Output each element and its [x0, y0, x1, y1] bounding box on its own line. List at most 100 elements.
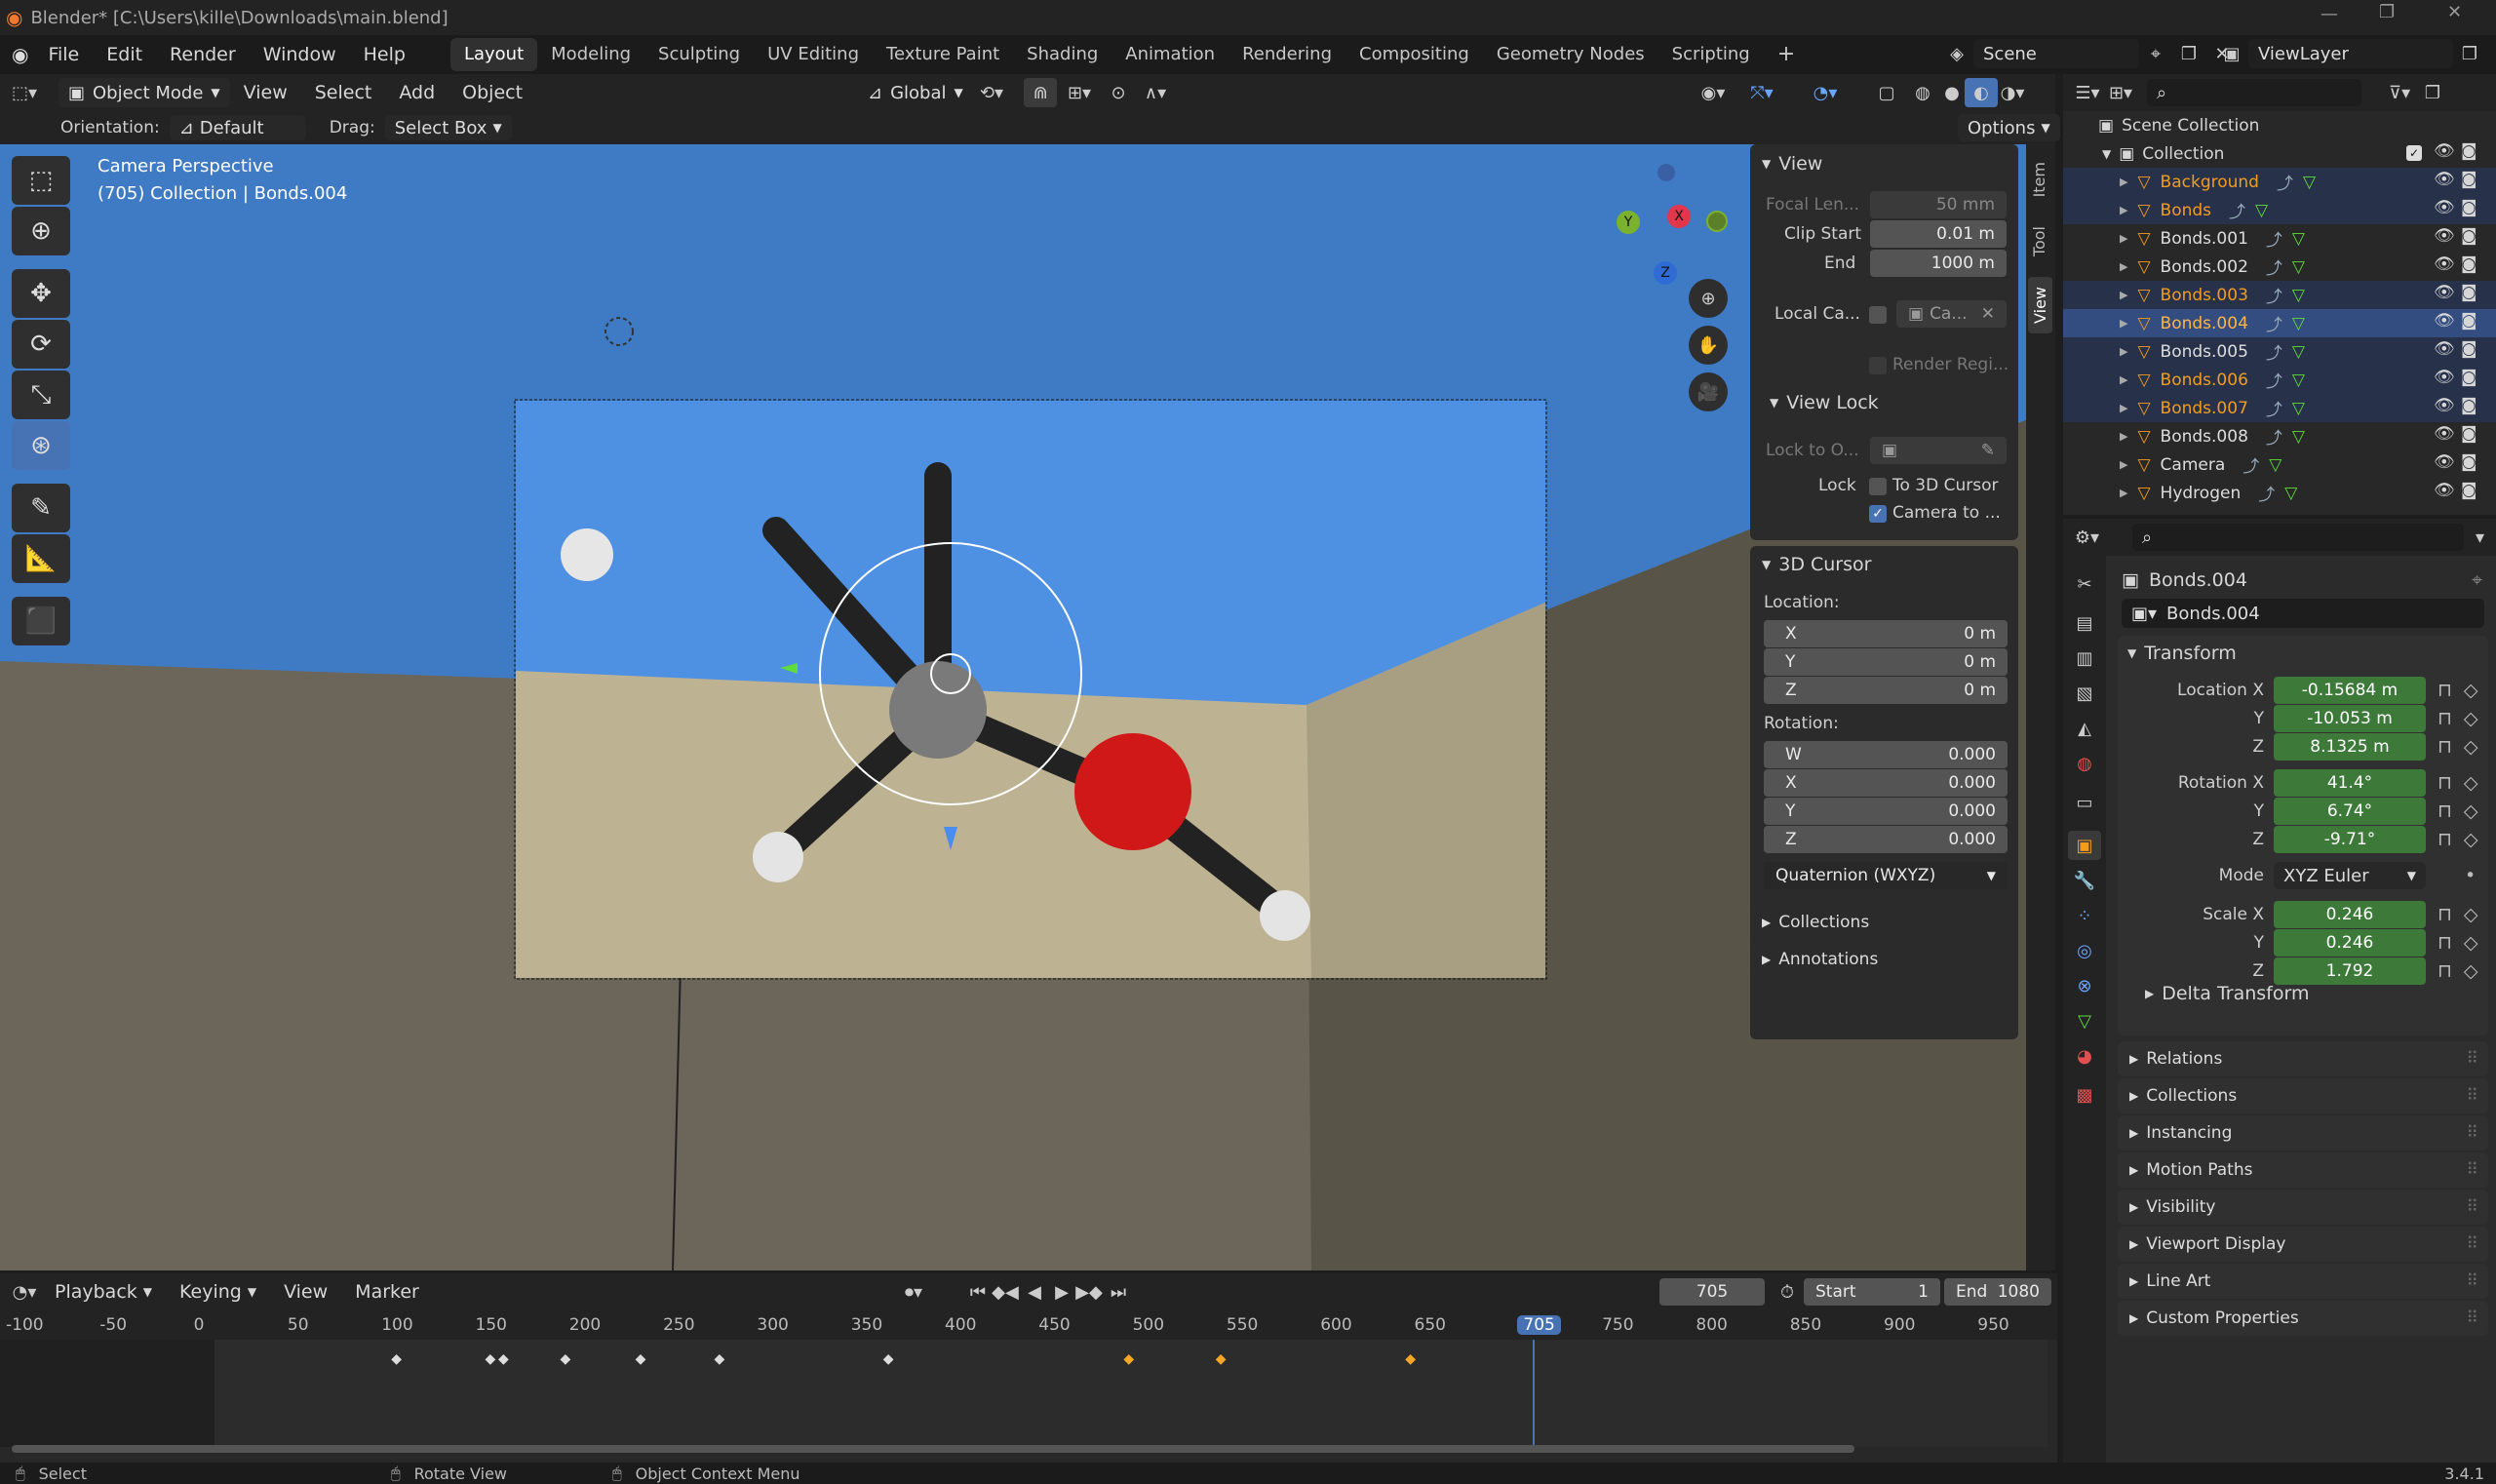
new-view-layer-icon[interactable]: ❐ — [2453, 39, 2486, 68]
modifier-tab-icon[interactable]: 🔧 — [2068, 866, 2101, 895]
render-camera-icon[interactable]: ◙ — [2461, 339, 2477, 359]
drag-handle-icon[interactable]: ⠿ — [2467, 1197, 2478, 1217]
overlay-icon[interactable]: ◔▾ — [1809, 78, 1842, 107]
camera-to-view-checkbox[interactable]: ✓ — [1869, 505, 1887, 523]
render-camera-icon[interactable]: ◙ — [2461, 368, 2477, 387]
menu-edit[interactable]: Edit — [93, 35, 156, 74]
drag-handle-icon[interactable]: ⠿ — [2467, 1308, 2478, 1328]
tab-geometry-nodes[interactable]: Geometry Nodes — [1483, 38, 1658, 71]
blender-menu-icon[interactable]: ◉ — [12, 43, 28, 66]
new-scene-icon[interactable]: ❐ — [2172, 39, 2205, 68]
gizmo-neg-y[interactable] — [1706, 211, 1728, 232]
cursor-rotation-mode-dropdown[interactable]: Quaternion (WXYZ) ▼ — [1764, 862, 2008, 889]
outliner-item[interactable]: ▶ ▽ Bonds ⤴ ▽ 👁 ◙ — [2063, 196, 2496, 224]
animate-property-icon[interactable]: • — [2465, 865, 2476, 886]
transform-value-field[interactable]: -9.71° — [2274, 826, 2426, 853]
new-collection-icon[interactable]: ❐ — [2416, 78, 2449, 107]
snap-target-icon[interactable]: ⊞▾ — [1063, 78, 1096, 107]
eye-icon[interactable]: 👁 — [2434, 339, 2455, 359]
keyframe-icon[interactable]: ◆ — [498, 1351, 509, 1367]
viewport-menu-select[interactable]: Select — [301, 73, 386, 112]
keyframe-icon[interactable]: ◆ — [714, 1351, 724, 1367]
outliner-item[interactable]: ▶ ▽ Hydrogen ⤴ ▽ 👁 ◙ — [2063, 479, 2496, 507]
playhead-line[interactable] — [1533, 1340, 1536, 1447]
lock-icon[interactable]: ⊓ — [2438, 904, 2452, 925]
pivot-icon[interactable]: ⟲▾ — [975, 78, 1008, 107]
render-camera-icon[interactable]: ◙ — [2461, 283, 2477, 302]
measure-tool-icon[interactable]: 📐 — [12, 534, 70, 583]
outliner-item[interactable]: ▶ ▽ Bonds.004 ⤴ ▽ 👁 ◙ — [2063, 309, 2496, 337]
proportional-edit-icon[interactable]: ⊙ — [1102, 78, 1135, 107]
material-shading-icon[interactable]: ◐ — [1965, 78, 1998, 107]
chevron-down-icon[interactable]: ▾ — [2464, 523, 2496, 552]
render-tab-icon[interactable]: ▤ — [2068, 608, 2101, 638]
options-dropdown[interactable]: Options ▼ — [1958, 114, 2060, 141]
eye-icon[interactable]: 👁 — [2434, 254, 2455, 274]
eye-icon[interactable]: 👁 — [2434, 368, 2455, 387]
start-frame-field[interactable]: Start 1 — [1804, 1278, 1940, 1306]
tab-tool[interactable]: Tool — [2030, 218, 2048, 264]
menu-timeline-view[interactable]: View — [270, 1272, 341, 1311]
scene-tab-icon[interactable]: ◭ — [2068, 714, 2101, 743]
scene-collection-row[interactable]: ▣ Scene Collection — [2063, 111, 2496, 139]
render-region-checkbox[interactable] — [1869, 357, 1887, 374]
clear-icon[interactable]: ✕ — [1981, 304, 1995, 324]
3d-cursor-header[interactable]: ▼ 3D Cursor — [1750, 546, 2018, 583]
lock-icon[interactable]: ⊓ — [2438, 708, 2452, 729]
jump-end-icon[interactable]: ⏭ — [1102, 1277, 1135, 1307]
add-cube-tool-icon[interactable]: ⬛ — [12, 597, 70, 645]
lock-icon[interactable]: ⊓ — [2438, 736, 2452, 758]
keyframe-icon[interactable]: ◇ — [2464, 801, 2478, 822]
tab-compositing[interactable]: Compositing — [1346, 38, 1483, 71]
select-box-tool-icon[interactable]: ⬚ — [12, 156, 70, 205]
pan-hand-icon[interactable]: ✋ — [1689, 326, 1728, 365]
chevron-right-icon[interactable]: ▶ — [2120, 204, 2127, 216]
view-section-header[interactable]: ▼ View — [1750, 144, 2018, 183]
outliner-item[interactable]: ▶ ▽ Bonds.006 ⤴ ▽ 👁 ◙ — [2063, 366, 2496, 394]
editor-type-icon[interactable]: ⬚▾ — [8, 78, 41, 107]
wireframe-shading-icon[interactable]: ◍ — [1906, 78, 1939, 107]
chevron-right-icon[interactable]: ▶ — [2120, 402, 2127, 414]
view-layer-selector[interactable]: ▣ ViewLayer ❐ ✕ — [2215, 39, 2496, 68]
drag-handle-icon[interactable]: ⠿ — [2467, 1160, 2478, 1180]
zoom-icon[interactable]: ⊕ — [1689, 279, 1728, 318]
pin-icon[interactable]: ⌖ — [2472, 569, 2482, 591]
add-workspace-icon[interactable]: + — [1764, 38, 1809, 71]
object-datablock-field[interactable]: ▣▾ Bonds.004 — [2122, 599, 2484, 628]
physics-tab-icon[interactable]: ◎ — [2068, 936, 2101, 965]
rotation-mode-dropdown[interactable]: XYZ Euler ▼ — [2274, 862, 2426, 889]
lock-3d-cursor-checkbox[interactable] — [1869, 478, 1887, 495]
keyframe-icon[interactable]: ◇ — [2464, 829, 2478, 850]
chevron-right-icon[interactable]: ▶ — [2120, 232, 2127, 245]
annotations-section-header[interactable]: ▶ Annotations — [1750, 942, 2018, 977]
tab-layout[interactable]: Layout — [449, 38, 538, 71]
gizmo-neg-z[interactable] — [1658, 164, 1675, 181]
keyframe-icon[interactable]: ◇ — [2464, 772, 2478, 794]
tab-sculpting[interactable]: Sculpting — [644, 38, 754, 71]
drag-handle-icon[interactable]: ⠿ — [2467, 1049, 2478, 1069]
tab-view[interactable]: View — [2028, 277, 2052, 333]
editor-type-icon[interactable]: ⚙▾ — [2071, 523, 2103, 552]
outliner-item[interactable]: ▶ ▽ Camera ⤴ ▽ 👁 ◙ — [2063, 450, 2496, 479]
camera-view-icon[interactable]: 🎥 — [1689, 372, 1728, 411]
section-relations[interactable]: ▶ Relations ⠿ — [2118, 1041, 2488, 1076]
render-camera-icon[interactable]: ◙ — [2461, 254, 2477, 274]
lock-icon[interactable]: ⊓ — [2438, 772, 2452, 794]
render-camera-icon[interactable]: ◙ — [2461, 198, 2477, 217]
cursor-location-z[interactable]: Z 0 m — [1764, 677, 2008, 704]
menu-playback[interactable]: Playback ▼ — [41, 1272, 166, 1311]
tab-shading[interactable]: Shading — [1013, 38, 1112, 71]
tab-uv-editing[interactable]: UV Editing — [754, 38, 873, 71]
tab-item[interactable]: Item — [2030, 154, 2048, 205]
annotate-tool-icon[interactable]: ✎ — [12, 484, 70, 532]
transform-value-field[interactable]: 6.74° — [2274, 798, 2426, 825]
cursor-rotation-z[interactable]: Z 0.000 — [1764, 826, 2008, 853]
drag-dropdown[interactable]: Select Box ▼ — [384, 115, 512, 140]
menu-help[interactable]: Help — [350, 35, 419, 74]
move-tool-icon[interactable]: ✥ — [12, 269, 70, 318]
gizmo-x-axis[interactable]: X — [1667, 205, 1691, 228]
delete-view-layer-icon[interactable]: ✕ — [2486, 39, 2496, 68]
tab-texture-paint[interactable]: Texture Paint — [873, 38, 1013, 71]
clip-start-field[interactable]: 0.01 m — [1870, 220, 2007, 248]
data-tab-icon[interactable]: ▽ — [2068, 1006, 2101, 1035]
